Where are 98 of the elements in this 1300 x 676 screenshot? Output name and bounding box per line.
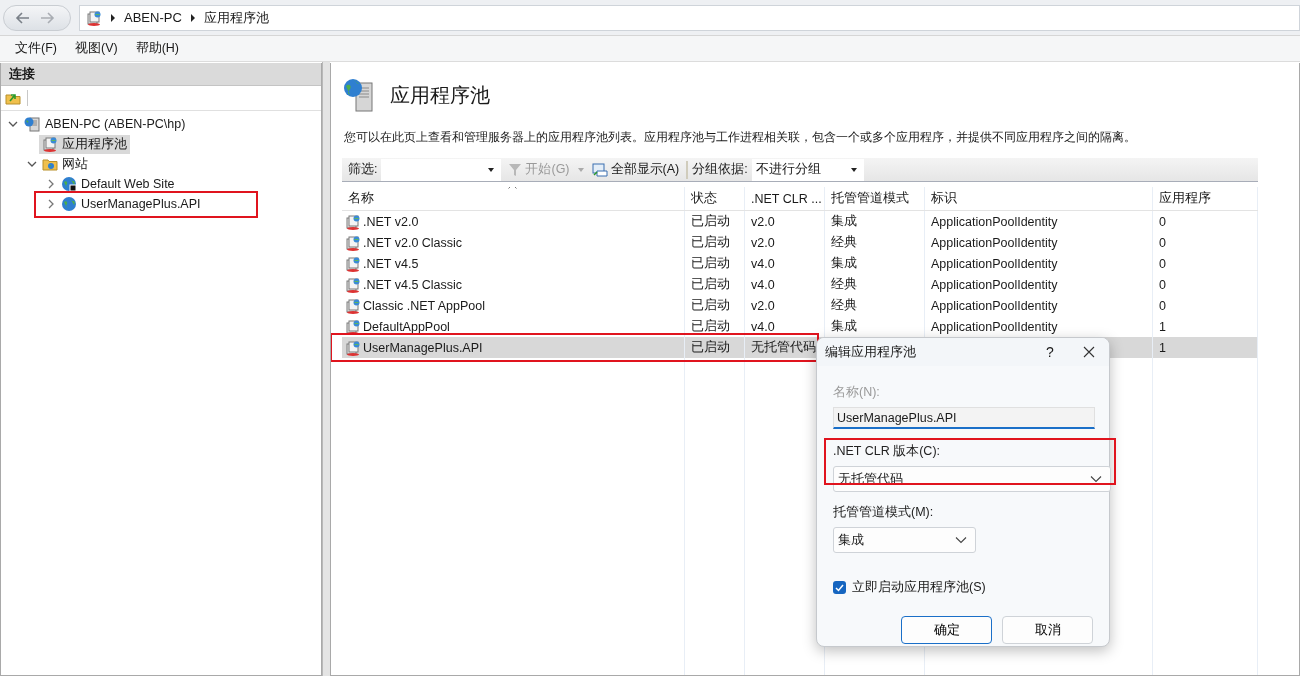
table-cell: 经典 (825, 295, 925, 316)
menu-item[interactable]: 文件(F) (8, 38, 64, 59)
group-by-dropdown[interactable]: 不进行分组 (751, 158, 864, 181)
table-cell: v2.0 (745, 295, 825, 316)
table-cell: 已启动 (685, 253, 745, 274)
table-cell: ApplicationPoolIdentity (925, 232, 1153, 253)
pool-name-cell: UserManagePlus.API (342, 337, 685, 358)
app-pool-icon (345, 318, 361, 335)
tree-item[interactable]: 应用程序池 (39, 134, 130, 154)
checkbox[interactable] (833, 581, 846, 594)
dropdown-chevron-icon (1090, 475, 1102, 483)
table-cell: 0 (1153, 211, 1258, 232)
show-all-button[interactable]: 全部显示(A) (588, 161, 683, 178)
table-cell: 已启动 (685, 274, 745, 295)
table-cell: 0 (1153, 295, 1258, 316)
column-header[interactable]: 托管管道模式 (825, 187, 925, 210)
table-row[interactable]: .NET v2.0 已启动 v2.0 集成 ApplicationPoolIdentity 0 (342, 211, 1258, 232)
app-pool-icon (345, 339, 361, 356)
field-label: .NET CLR 版本(C): (833, 443, 942, 460)
show-all-icon (591, 162, 608, 177)
menu-item[interactable]: 帮助(H) (128, 38, 186, 59)
table-row[interactable]: Classic .NET AppPool 已启动 v2.0 经典 ApplicationPoolIdentity 0 (342, 295, 1258, 316)
table-cell: ApplicationPoolIdentity (925, 295, 1153, 316)
checkbox-label[interactable]: 立即启动应用程序池(S) (852, 579, 986, 596)
table-cell: v2.0 (745, 232, 825, 253)
breadcrumb-item[interactable]: ABEN-PC (124, 10, 182, 25)
table-cell: ApplicationPoolIdentity (925, 211, 1153, 232)
pool-name-cell: .NET v4.5 Classic (342, 274, 685, 295)
table-row[interactable]: .NET v4.5 Classic 已启动 v4.0 经典 ApplicationPoolIdentity 0 (342, 274, 1258, 295)
tree-item[interactable]: 网站 (39, 154, 91, 174)
table-row[interactable]: .NET v4.5 已启动 v4.0 集成 ApplicationPoolIdentity 0 (342, 253, 1258, 274)
back-arrow-icon[interactable] (14, 10, 30, 25)
table-row[interactable]: .NET v2.0 Classic 已启动 v2.0 经典 ApplicationPoolIdentity 0 (342, 232, 1258, 253)
server-icon (23, 116, 41, 132)
dropdown-caret-icon (487, 166, 496, 173)
folder-icon (42, 156, 58, 172)
name-input-field[interactable]: UserManagePlus.API (833, 407, 1095, 429)
app-pool-icon (345, 297, 361, 314)
funnel-icon (508, 162, 523, 177)
column-header[interactable]: .NET CLR ... (745, 187, 825, 210)
table-cell: 经典 (825, 232, 925, 253)
dropdown-caret-icon (849, 166, 858, 173)
checkmark-icon (835, 583, 844, 592)
close-icon[interactable] (1083, 346, 1095, 358)
app-pools-icon (342, 77, 376, 113)
table-cell: v4.0 (745, 253, 825, 274)
pool-name-cell: .NET v2.0 (342, 211, 685, 232)
table-cell: 集成 (825, 253, 925, 274)
forward-arrow-icon[interactable] (40, 10, 56, 25)
table-cell: 经典 (825, 274, 925, 295)
field-label: 托管管道模式(M): (833, 504, 935, 521)
dropdown-chevron-icon (955, 536, 967, 544)
column-header[interactable]: 名称 (342, 187, 685, 210)
app-pool-icon (86, 9, 102, 26)
tree-item[interactable]: Default Web Site (58, 175, 178, 193)
cancel-button[interactable]: 取消 (1002, 616, 1093, 644)
tree-item[interactable]: UserManagePlus.API (58, 195, 204, 213)
pool-name-cell: Classic .NET AppPool (342, 295, 685, 316)
pipeline-mode-dropdown[interactable]: 集成 (833, 527, 976, 553)
app-pool-icon (42, 136, 58, 152)
table-cell: 1 (1153, 337, 1258, 358)
breadcrumb-item[interactable]: 应用程序池 (203, 8, 269, 27)
table-cell: 已启动 (685, 337, 745, 358)
dropdown-caret-icon (576, 166, 585, 173)
field-label: 名称(N): (833, 384, 881, 401)
tree-item[interactable]: ABEN-PC (ABEN-PC\hp) (20, 115, 189, 133)
table-cell: v4.0 (745, 274, 825, 295)
table-cell: ApplicationPoolIdentity (925, 274, 1153, 295)
filter-field[interactable] (381, 158, 502, 181)
table-cell: 0 (1153, 274, 1258, 295)
table-cell: 已启动 (685, 232, 745, 253)
table-cell: 集成 (825, 211, 925, 232)
pool-name-cell: .NET v2.0 Classic (342, 232, 685, 253)
dialog-title: 编辑应用程序池 (825, 343, 917, 361)
app-pool-icon (345, 213, 361, 230)
page-title: 应用程序池 (390, 82, 490, 108)
table-cell: v2.0 (745, 211, 825, 232)
app-pool-icon (345, 255, 361, 272)
group-by-label: 分组依据: (692, 161, 748, 178)
column-header[interactable]: 状态 (685, 187, 745, 210)
table-cell: ApplicationPoolIdentity (925, 253, 1153, 274)
menu-item[interactable]: 视图(V) (67, 38, 125, 59)
app-pool-icon (345, 234, 361, 251)
breadcrumb-arrow-icon (189, 13, 196, 22)
column-header[interactable]: 应用程序 (1153, 187, 1258, 210)
table-cell: 已启动 (685, 295, 745, 316)
breadcrumb-arrow-icon (110, 13, 116, 22)
table-cell: 0 (1153, 253, 1258, 274)
column-header[interactable]: 标识 (925, 187, 1153, 210)
page-description: 您可以在此页上查看和管理服务器上的应用程序池列表。应用程序池与工作进程相关联，包含一个或多个应用程序，并提供不同应用程序之间的隔离。 (344, 129, 1137, 146)
panel-title: 连接 (1, 63, 321, 86)
table-cell: 0 (1153, 232, 1258, 253)
pool-name-cell: .NET v4.5 (342, 253, 685, 274)
help-button[interactable]: ? (1031, 344, 1069, 360)
ok-button[interactable]: 确定 (901, 616, 992, 644)
filter-label: 筛选: (348, 161, 378, 178)
table-cell: 已启动 (685, 211, 745, 232)
app-pool-icon (345, 276, 361, 293)
